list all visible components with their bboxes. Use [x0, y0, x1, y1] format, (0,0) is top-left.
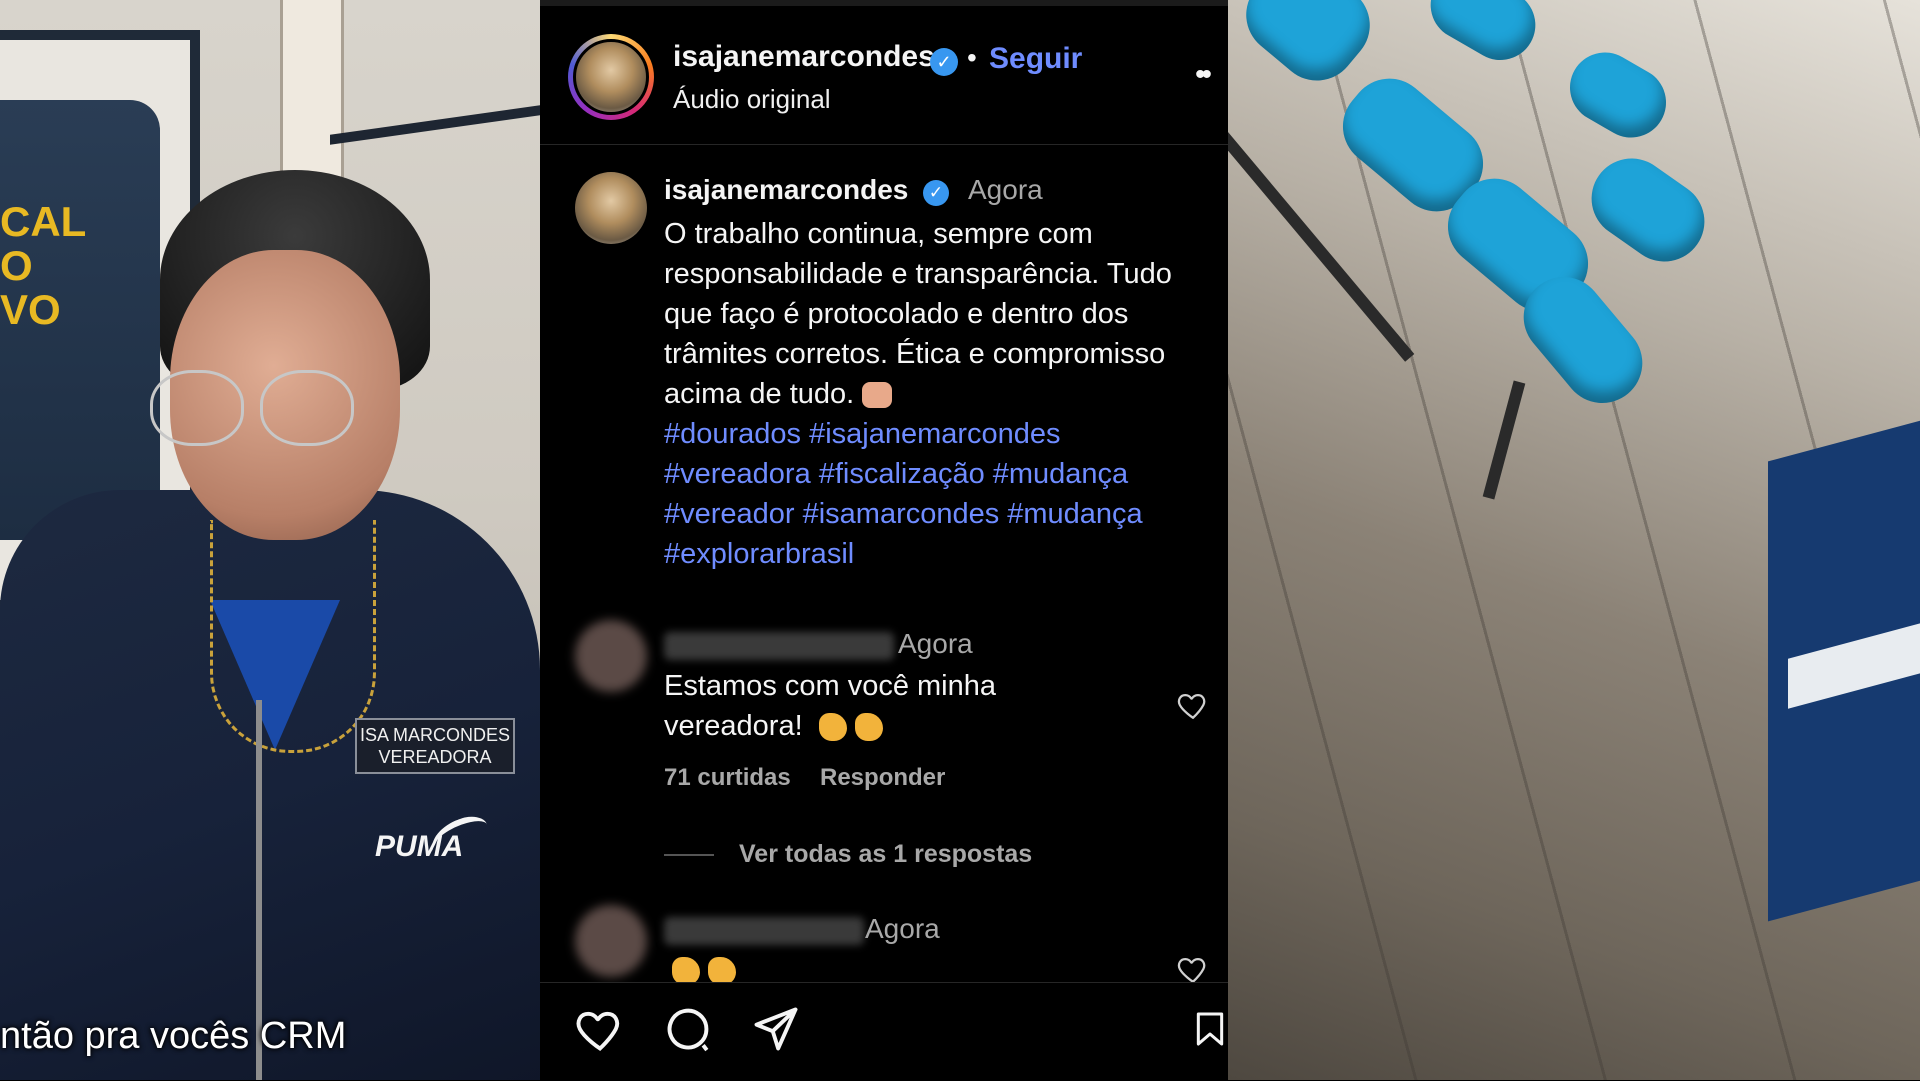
video-subtitle: ntão pra vocês CRM: [0, 1015, 347, 1057]
commenter-username-blurred[interactable]: [664, 632, 894, 660]
verified-badge-icon: ✓: [923, 180, 949, 206]
commenter-username-blurred[interactable]: [664, 917, 864, 945]
comment-text-line: Estamos com você minha: [664, 670, 997, 702]
post-panel: isajanemarcondes ✓ • Seguir Áudio origin…: [540, 0, 1228, 1081]
reply-button[interactable]: Responder: [820, 764, 945, 792]
jersey-lettering: CAL O VO: [0, 198, 87, 333]
author-avatar: [573, 39, 649, 115]
more-options-icon[interactable]: ••: [1195, 58, 1212, 92]
left-video-panel[interactable]: CAL O VO ISA MARCONDES VEREADORA PUMA nt…: [0, 0, 540, 1080]
caption-text: O trabalho continua, sempre com responsa…: [664, 214, 1214, 414]
hashtag-link[interactable]: #explorarbrasil: [664, 538, 854, 570]
eyeglasses: [150, 370, 380, 450]
hashtag-list: #dourados #isajanemarcondes #vereadora #fi…: [664, 414, 1214, 574]
clapping-hands-icon: [854, 713, 883, 742]
comment-timestamp: Agora: [898, 628, 973, 659]
hashtag-link[interactable]: #mudança: [993, 458, 1128, 490]
necklace: [210, 520, 376, 753]
caption-body: O trabalho continua, sempre com responsa…: [664, 218, 1172, 410]
comment-text-line: vereadora!: [664, 706, 996, 746]
view-replies-link[interactable]: Ver todas as 1 respostas: [739, 840, 1032, 869]
comment-timestamp: Agora: [865, 913, 940, 944]
separator-dot: •: [967, 42, 977, 73]
caption-timestamp: Agora: [968, 174, 1043, 205]
post-action-bar: [540, 982, 1228, 1081]
caption-author-avatar[interactable]: [575, 172, 647, 244]
hashtag-link[interactable]: #vereador: [664, 498, 795, 530]
hashtag-link[interactable]: #isamarcondes: [803, 498, 1000, 530]
comment-like-heart-icon[interactable]: [1176, 688, 1210, 722]
author-avatar-story-ring[interactable]: [568, 34, 654, 120]
hashtag-link[interactable]: #fiscalização: [819, 458, 985, 490]
right-video-panel[interactable]: [1228, 0, 1920, 1080]
share-send-icon[interactable]: [750, 1003, 802, 1055]
comment-bubble-icon[interactable]: [662, 1003, 714, 1055]
fist-emoji-icon: [862, 382, 893, 409]
hashtag-link[interactable]: #mudança: [1007, 498, 1142, 530]
commenter-avatar[interactable]: [575, 620, 647, 692]
caption-username[interactable]: isajanemarcondes: [664, 174, 908, 206]
name-badge: ISA MARCONDES VEREADORA: [355, 718, 515, 774]
verified-badge-icon: ✓: [930, 48, 958, 76]
hashtag-link[interactable]: #vereadora: [664, 458, 811, 490]
hashtag-link[interactable]: #dourados: [664, 418, 801, 450]
post-header: isajanemarcondes ✓ • Seguir Áudio origin…: [540, 6, 1228, 145]
comment-like-heart-icon[interactable]: [1176, 952, 1210, 986]
clapping-hands-icon: [818, 713, 847, 742]
like-heart-icon[interactable]: [574, 1003, 626, 1055]
commenter-avatar[interactable]: [575, 905, 647, 977]
audio-link[interactable]: Áudio original: [673, 84, 831, 115]
wall-stripe: [330, 105, 540, 145]
save-bookmark-icon[interactable]: [1190, 1003, 1230, 1055]
hashtag-link[interactable]: #isajanemarcondes: [809, 418, 1060, 450]
comment-text: Estamos com você minha vereadora!: [664, 666, 996, 746]
comment-text-fragment: vereadora!: [664, 710, 803, 742]
comment-likes-count[interactable]: 71 curtidas: [664, 764, 791, 792]
replies-divider: [664, 854, 714, 856]
header-username[interactable]: isajanemarcondes: [673, 40, 935, 74]
follow-button[interactable]: Seguir: [989, 42, 1082, 76]
